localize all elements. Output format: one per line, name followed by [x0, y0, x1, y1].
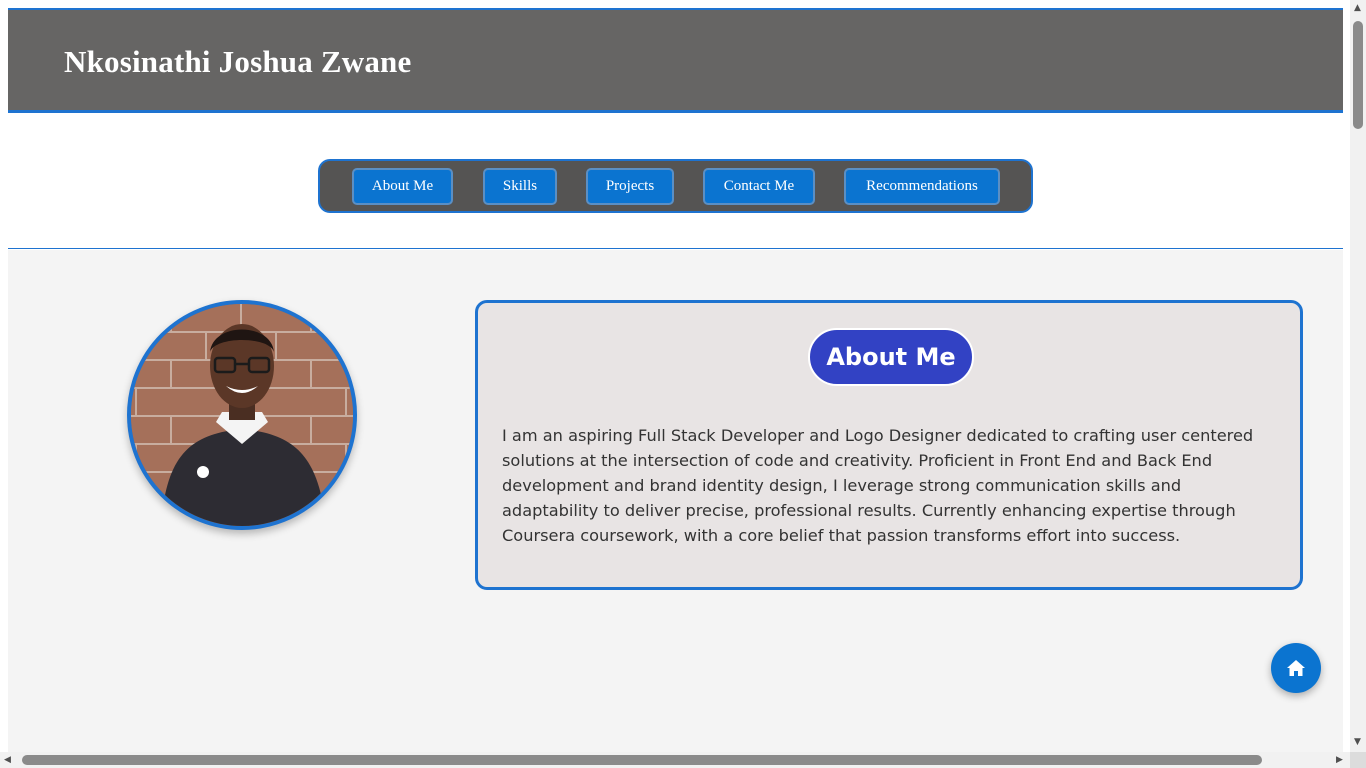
page: Nkosinathi Joshua Zwane About Me Skills … [8, 8, 1343, 752]
vertical-scroll-thumb[interactable] [1353, 21, 1363, 129]
nav-projects-button[interactable]: Projects [586, 168, 674, 205]
profile-photo [127, 300, 357, 530]
nav-section: About Me Skills Projects Contact Me Reco… [8, 113, 1343, 249]
horizontal-scroll-thumb[interactable] [22, 755, 1262, 765]
profile-photo-illustration [131, 304, 353, 526]
scroll-right-arrow-icon[interactable]: ▶ [1336, 755, 1343, 765]
vertical-scrollbar[interactable]: ▲ ▼ [1350, 0, 1366, 752]
nav-about-button[interactable]: About Me [352, 168, 453, 205]
nav-skills-button[interactable]: Skills [483, 168, 557, 205]
main-nav: About Me Skills Projects Contact Me Reco… [318, 159, 1033, 213]
scrollbar-corner [1350, 752, 1366, 768]
about-heading: About Me [808, 328, 974, 386]
nav-contact-button[interactable]: Contact Me [703, 168, 815, 205]
scroll-up-arrow-icon[interactable]: ▲ [1354, 3, 1361, 13]
nav-recommendations-button[interactable]: Recommendations [844, 168, 1000, 205]
site-header: Nkosinathi Joshua Zwane [8, 8, 1343, 113]
horizontal-scrollbar[interactable]: ◀ ▶ [0, 752, 1350, 768]
home-button[interactable] [1271, 643, 1321, 693]
about-section: About Me I am an aspiring Full Stack Dev… [8, 250, 1343, 752]
site-title: Nkosinathi Joshua Zwane [64, 44, 412, 79]
home-icon [1287, 660, 1305, 676]
scroll-left-arrow-icon[interactable]: ◀ [4, 755, 11, 765]
about-card: About Me I am an aspiring Full Stack Dev… [475, 300, 1303, 590]
about-body-text: I am an aspiring Full Stack Developer an… [502, 426, 1254, 545]
scroll-down-arrow-icon[interactable]: ▼ [1354, 737, 1361, 747]
